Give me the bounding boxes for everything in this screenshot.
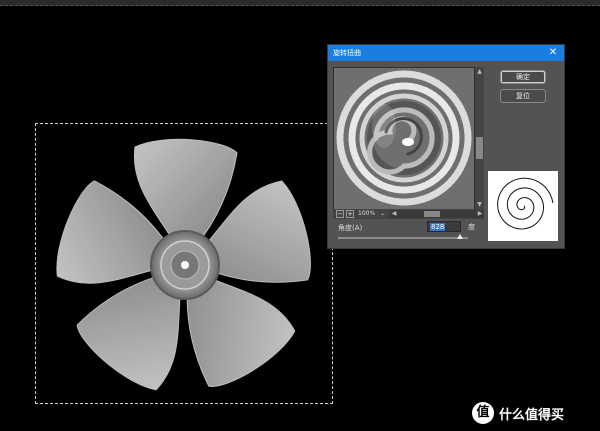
angle-unit: 度	[468, 223, 475, 231]
preview-vertical-scrollbar[interactable]: ▲ ▼	[475, 67, 484, 209]
filter-preview[interactable]	[333, 67, 475, 211]
ok-button[interactable]: 确定	[500, 70, 546, 84]
watermark-text: 什么值得买	[499, 407, 565, 423]
angle-label: 角度(A)	[338, 224, 363, 232]
reset-button[interactable]: 复位	[500, 89, 546, 103]
horizontal-scroll-thumb[interactable]	[424, 211, 440, 217]
scroll-up-icon[interactable]: ▲	[475, 67, 484, 76]
dialog-titlebar[interactable]: 旋转扭曲 ✕	[328, 45, 564, 61]
angle-value: 828	[430, 223, 446, 231]
zoom-in-button[interactable]: +	[346, 210, 354, 218]
twirl-thumbnail	[488, 171, 558, 241]
twirl-filter-dialog[interactable]: 旋转扭曲 ✕ ▲ ▼ − + 100% ⌄ ◀ ▶ 确定 复位 角度(A) 82…	[327, 44, 565, 249]
zoom-dropdown-icon[interactable]: ⌄	[380, 209, 385, 219]
scroll-down-icon[interactable]: ▼	[475, 200, 484, 209]
preview-horizontal-scrollbar[interactable]: ◀ ▶	[390, 210, 484, 218]
vertical-scroll-thumb[interactable]	[476, 137, 483, 159]
watermark: 值 什么值得买	[472, 401, 564, 425]
angle-slider-thumb[interactable]	[457, 234, 463, 239]
zoom-out-button[interactable]: −	[336, 210, 344, 218]
dialog-title: 旋转扭曲	[333, 49, 361, 57]
close-icon[interactable]: ✕	[548, 45, 558, 61]
twirl-preview-image	[334, 68, 474, 210]
zoom-level: 100%	[358, 210, 376, 217]
angle-slider-track[interactable]	[338, 237, 468, 239]
fan-image	[49, 138, 322, 398]
angle-input[interactable]: 828	[427, 221, 461, 232]
zoom-bar: − + 100% ⌄ ◀ ▶	[333, 209, 484, 219]
scroll-right-icon[interactable]: ▶	[476, 210, 484, 218]
smzdm-logo-icon: 值	[472, 402, 494, 424]
scroll-left-icon[interactable]: ◀	[390, 210, 398, 218]
